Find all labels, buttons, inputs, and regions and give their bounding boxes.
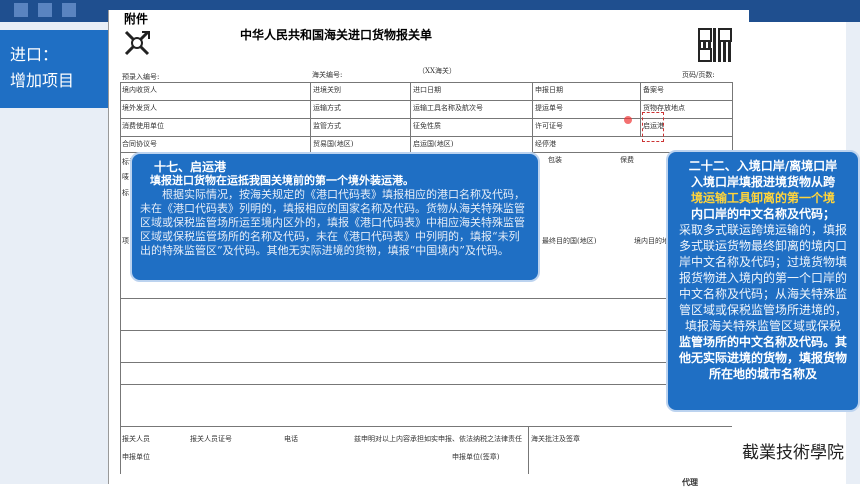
field-statement: 兹申明对以上内容承担如实申报、依法纳税之法律责任 — [354, 435, 522, 443]
field-bill-no: 提运单号 — [535, 104, 563, 112]
grid-line — [120, 426, 732, 427]
customs-mark: （XX海关） — [418, 67, 456, 75]
grid-line — [120, 384, 666, 385]
field-tax-nature: 征免性质 — [413, 122, 441, 130]
field-transit-port: 经停港 — [535, 140, 556, 148]
grid-line — [120, 362, 666, 363]
field-trade-country: 贸易国(地区) — [313, 140, 354, 148]
field-supervision: 监管方式 — [313, 122, 341, 130]
field-consumer: 消费使用单位 — [122, 122, 164, 130]
field-license-no: 许可证号 — [535, 122, 563, 130]
grid-line — [120, 330, 666, 331]
callout-title: 二十二、入境口岸/离境口岸 — [688, 159, 838, 173]
side-tag-line2: 增加项目 — [10, 71, 75, 90]
margin-label: 标 — [122, 189, 129, 197]
grid-line — [120, 298, 666, 299]
field-declare-seal: 申报单位(签章) — [452, 453, 500, 461]
field-transport-mode: 运输方式 — [313, 104, 341, 112]
field-contract: 合同协议号 — [122, 140, 157, 148]
callout-body: 采取多式联运跨境运输的，填报多式联运货物最终卸离的境内口岸中文名称及代码；过境货… — [678, 223, 847, 333]
margin-label: 项 — [122, 237, 129, 245]
red-marker — [624, 116, 632, 124]
grid-line — [410, 82, 411, 152]
decor-square — [62, 3, 76, 17]
footer-partial: 代理 — [682, 477, 698, 487]
field-phone: 电话 — [284, 435, 298, 443]
margin-label: 唛 — [122, 173, 129, 181]
field-fees: 保费 — [620, 156, 634, 164]
pre-entry-no: 预录入编号: — [122, 73, 160, 81]
callout-body: 根据实际情况，按海关规定的《港口代码表》填报相应的港口名称及代码，未在《港口代码… — [140, 188, 525, 257]
field-declare-date: 申报日期 — [535, 86, 563, 94]
field-domestic-dest: 境内目的地 — [634, 237, 669, 245]
field-declare-unit: 申报单位 — [122, 453, 150, 461]
callout-highlight: 境运输工具卸离的第一个境 — [690, 191, 835, 205]
qr-code-icon — [698, 28, 732, 62]
customs-emblem-icon — [124, 30, 150, 56]
callout-line3: 内口岸的中文名称及代码； — [690, 207, 835, 221]
decor-square — [38, 3, 52, 17]
school-name: 截業技術學院 — [742, 443, 844, 463]
page-no: 页码/页数: — [682, 71, 715, 79]
field-packing: 包装 — [548, 156, 562, 164]
field-final-dest: 最终目的国(地区) — [542, 237, 597, 245]
callout-intro: 入境口岸填报进境货物从跨 — [690, 175, 835, 189]
callout-tail: 监管场所的中文名称及代码。其他无实际进境的货物，填报货物所在地的城市名称及 — [678, 335, 847, 381]
side-tag-line1: 进口： — [10, 45, 59, 64]
decor-square — [14, 3, 28, 17]
callout-title: 十七、启运港 — [154, 160, 227, 174]
field-customs-note: 海关批注及签章 — [531, 435, 580, 443]
field-origin-country: 启运国(地区) — [413, 140, 454, 148]
field-record-no: 备案号 — [643, 86, 664, 94]
grid-line — [640, 82, 641, 136]
field-vessel: 运输工具名称及航次号 — [413, 104, 483, 112]
side-tag: 进口： 增加项目 — [0, 30, 108, 108]
callout-depart-port: 十七、启运港 填报进口货物在运抵我国关境前的第一个境外装运港。 根据实际情况，按… — [130, 152, 540, 282]
field-consignee: 境内收货人 — [122, 86, 157, 94]
grid-line — [120, 136, 732, 137]
field-overseas-shipper: 境外发货人 — [122, 104, 157, 112]
grid-line — [532, 82, 533, 152]
grid-line — [310, 82, 311, 152]
grid-line — [120, 82, 121, 474]
highlight-box — [642, 112, 664, 142]
field-import-date: 进口日期 — [413, 86, 441, 94]
form-title: 中华人民共和国海关进口货物报关单 — [240, 28, 433, 42]
annex-label: 附件 — [124, 12, 149, 26]
field-declarant-id: 报关人员证号 — [190, 435, 232, 443]
grid-line — [528, 426, 529, 474]
customs-no: 海关编号: — [312, 71, 343, 79]
grid-line — [732, 82, 733, 152]
callout-entry-port: 二十二、入境口岸/离境口岸 入境口岸填报进境货物从跨 境运输工具卸离的第一个境 … — [666, 150, 860, 412]
field-entry-customs: 进境关别 — [313, 86, 341, 94]
callout-subtitle: 填报进口货物在运抵我国关境前的第一个境外装运港。 — [150, 174, 414, 187]
field-declarant: 报关人员 — [122, 435, 150, 443]
